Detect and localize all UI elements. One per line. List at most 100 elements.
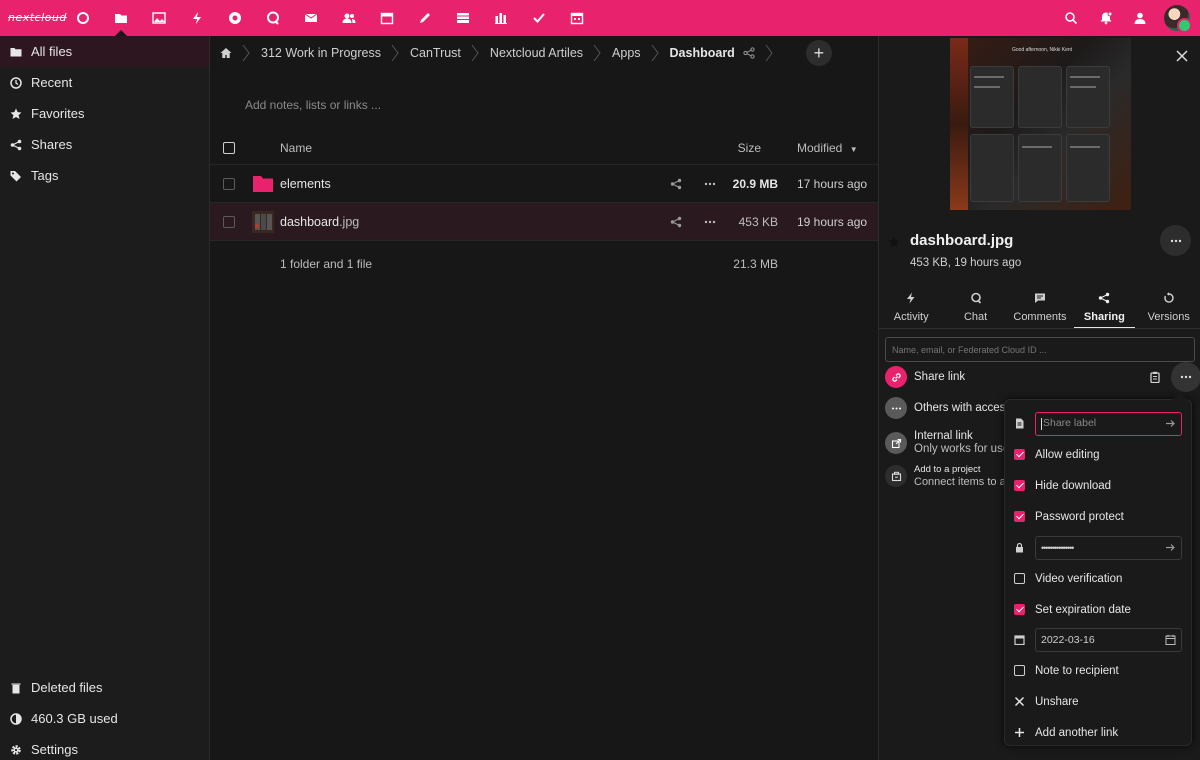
project-icon [885,465,907,487]
share-icon[interactable] [670,216,682,228]
preview-line [974,76,1004,78]
calendar-app-icon[interactable] [368,0,406,36]
hide-download-checkbox[interactable] [1014,480,1025,491]
summary-size: 21.3 MB [733,257,778,271]
column-name[interactable]: Name [280,141,312,155]
nav-tags[interactable]: Tags [0,160,209,191]
contacts-app-icon[interactable] [330,0,368,36]
file-name[interactable]: dashboard.jpg [280,215,359,229]
files-app-icon[interactable] [102,0,140,36]
nav-settings[interactable]: Settings [0,734,209,760]
allow-editing-checkbox[interactable] [1014,449,1025,460]
gear-icon [10,744,22,756]
more-icon [1180,375,1192,379]
rich-workspace-placeholder[interactable]: Add notes, lists or links ... [245,98,381,112]
tab-sharing[interactable]: Sharing [1072,288,1136,329]
share-search-input[interactable] [885,337,1195,362]
preview-line [1070,86,1096,88]
dashboard-app-icon[interactable] [64,0,102,36]
details-tabs: Activity Chat Comments Sharing Versions [879,288,1200,329]
tasks-app-icon[interactable] [520,0,558,36]
nav-deleted-files[interactable]: Deleted files [0,672,209,703]
copy-clipboard-icon[interactable] [1149,371,1161,383]
table-row[interactable]: dashboard.jpg 453 KB 19 hours ago [210,203,878,241]
activity-app-icon[interactable] [178,0,216,36]
nav-recent[interactable]: Recent [0,67,209,98]
arrow-right-icon[interactable] [1165,418,1176,429]
breadcrumb-item[interactable]: Apps [583,44,641,62]
tab-activity[interactable]: Activity [879,288,943,328]
preview-card [1066,134,1110,202]
analytics-app-icon[interactable] [482,0,520,36]
more-icon [1170,239,1181,242]
quota-icon [10,712,22,725]
share-icon[interactable] [743,47,755,59]
tab-comments[interactable]: Comments [1008,288,1072,328]
arrow-right-icon[interactable] [1165,542,1176,553]
nextcloud-logo[interactable]: nextcloud [8,9,66,27]
file-actions-button[interactable] [1160,225,1191,256]
unshare-option[interactable]: Unshare [1005,686,1193,717]
breadcrumb-home[interactable] [220,47,232,59]
share-icon[interactable] [670,178,682,190]
details-file-name: dashboard.jpg [910,232,1014,249]
nav-favorites[interactable]: Favorites [0,98,209,129]
note-to-recipient-option[interactable]: Note to recipient [1005,655,1193,686]
breadcrumb-item[interactable]: CanTrust [381,44,461,62]
internal-link-row[interactable]: Internal link Only works for users [885,429,1005,457]
tab-versions[interactable]: Versions [1137,288,1200,328]
hide-download-option[interactable]: Hide download [1005,470,1193,501]
column-size[interactable]: Size [738,141,761,155]
table-summary: 1 folder and 1 file 21.3 MB [210,241,878,287]
add-another-link-option[interactable]: Add another link [1005,717,1193,748]
notifications-icon[interactable] [1088,0,1123,36]
share-label-input[interactable]: Share label [1035,411,1182,436]
add-to-project-row[interactable]: Add to a project Connect items to a proj… [885,463,1005,489]
link-icon [885,366,907,388]
more-icon[interactable] [704,178,716,190]
deck-app-icon[interactable] [444,0,482,36]
password-input[interactable]: ••••••••••••••• [1035,535,1182,560]
row-checkbox[interactable] [223,177,235,190]
calendar-alt-app-icon[interactable] [558,0,596,36]
calendar-picker-icon[interactable] [1165,634,1176,645]
search-icon[interactable] [1053,0,1088,36]
more-icon[interactable] [704,216,716,228]
circles-app-icon[interactable] [216,0,254,36]
allow-editing-option[interactable]: Allow editing [1005,439,1193,470]
set-expiration-checkbox[interactable] [1014,604,1025,615]
nav-all-files[interactable]: All files [0,36,209,67]
password-protect-option[interactable]: Password protect [1005,501,1193,532]
plus-icon [1014,727,1025,738]
header-right [1053,0,1200,36]
expiration-date-input[interactable]: 2022-03-16 [1035,627,1182,652]
breadcrumb-item[interactable]: Nextcloud Artiles [461,44,583,62]
file-name[interactable]: elements [280,177,331,191]
set-expiration-option[interactable]: Set expiration date [1005,594,1193,625]
password-protect-checkbox[interactable] [1014,511,1025,522]
close-icon[interactable] [1176,50,1188,62]
video-verification-checkbox[interactable] [1014,573,1025,584]
breadcrumb-current[interactable]: Dashboard [641,44,784,62]
row-checkbox[interactable] [223,215,235,228]
photos-app-icon[interactable] [140,0,178,36]
mail-app-icon[interactable] [292,0,330,36]
breadcrumb-item[interactable]: 312 Work in Progress [232,44,381,62]
internal-link-text: Internal link Only works for users [914,430,1005,455]
tab-chat[interactable]: Chat [943,288,1007,328]
calendar-icon [1014,634,1025,645]
talk-app-icon[interactable] [254,0,292,36]
column-modified[interactable]: Modified ▼ [797,141,858,155]
new-item-button[interactable]: + [805,40,832,66]
video-verification-option[interactable]: Video verification [1005,563,1193,594]
user-avatar[interactable] [1164,5,1192,33]
contacts-menu-icon[interactable] [1123,0,1158,36]
notes-app-icon[interactable] [406,0,444,36]
nav-shares[interactable]: Shares [0,129,209,160]
select-all-checkbox[interactable] [223,142,235,154]
table-row[interactable]: elements 20.9 MB 17 hours ago [210,165,878,203]
favorite-star-icon[interactable] [888,236,900,248]
note-to-recipient-checkbox[interactable] [1014,665,1025,676]
chevron-right-icon [391,44,399,62]
share-link-menu-button[interactable] [1171,362,1200,392]
